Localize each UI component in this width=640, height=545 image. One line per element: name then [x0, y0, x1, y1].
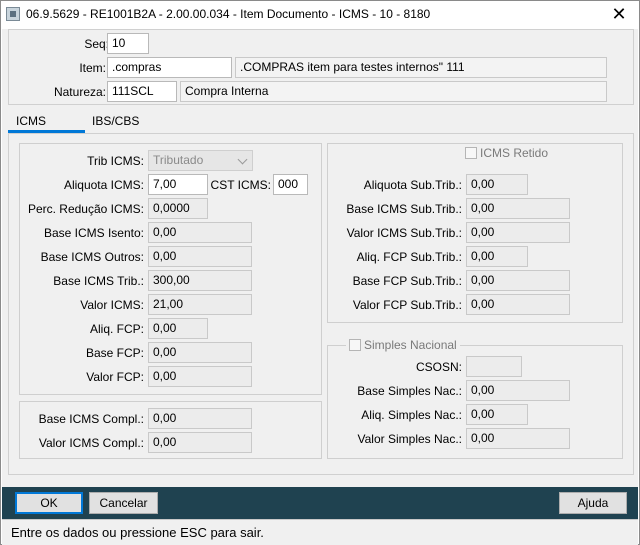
base-icms-trib-label: Base ICMS Trib.: — [53, 274, 144, 288]
aliq-fcp-field[interactable]: 0,00 — [148, 318, 208, 339]
csosn-field[interactable] — [466, 356, 522, 377]
title-bar: 06.9.5629 - RE1001B2A - 2.00.00.034 - It… — [1, 1, 639, 29]
valor-fcp-field[interactable]: 0,00 — [148, 366, 252, 387]
tab-icms[interactable]: ICMS — [8, 111, 85, 133]
simples-nacional-group: Simples Nacional CSOSN: Base Simples Nac… — [327, 338, 623, 459]
cst-icms-field[interactable]: 000 — [273, 174, 308, 195]
item-code-field[interactable]: .compras — [107, 57, 232, 78]
app-icon — [6, 7, 20, 21]
icms-retido-header: ICMS Retido — [462, 146, 551, 160]
icms-group: Trib ICMS: Tributado Aliquota ICMS: 7,00… — [19, 143, 322, 395]
aliquota-sub-trib-field[interactable]: 0,00 — [466, 174, 528, 195]
status-bar: Entre os dados ou pressione ESC para sai… — [2, 519, 638, 545]
simples-nacional-checkbox[interactable] — [349, 339, 361, 351]
window-title: 06.9.5629 - RE1001B2A - 2.00.00.034 - It… — [26, 7, 431, 21]
item-description-field: .COMPRAS item para testes internos" 111 — [235, 57, 607, 78]
aliquota-icms-field[interactable]: 7,00 — [148, 174, 208, 195]
perc-reducao-field[interactable]: 0,0000 — [148, 198, 208, 219]
base-fcp-label: Base FCP: — [85, 346, 144, 360]
base-icms-isento-field[interactable]: 0,00 — [148, 222, 252, 243]
header-panel: Seq: 10 Item: .compras .COMPRAS item par… — [8, 29, 634, 105]
base-icms-outros-field[interactable]: 0,00 — [148, 246, 252, 267]
base-icms-compl-label: Base ICMS Compl.: — [38, 412, 144, 426]
tab-strip: ICMS IBS/CBS — [8, 111, 634, 133]
tab-ibs-cbs[interactable]: IBS/CBS — [84, 111, 154, 133]
seq-field[interactable]: 10 — [107, 33, 149, 54]
cst-icms-label: CST ICMS: — [210, 178, 271, 192]
base-icms-sub-trib-label: Base ICMS Sub.Trib.: — [346, 202, 462, 216]
seq-label: Seq: — [84, 37, 109, 51]
valor-icms-field[interactable]: 21,00 — [148, 294, 252, 315]
aliq-fcp-label: Aliq. FCP: — [89, 322, 144, 336]
valor-simples-nac-field[interactable]: 0,00 — [466, 428, 570, 449]
icms-retido-group: ICMS Retido Aliquota Sub.Trib.: 0,00 Bas… — [327, 143, 623, 323]
valor-icms-sub-trib-label: Valor ICMS Sub.Trib.: — [346, 226, 462, 240]
base-icms-trib-field[interactable]: 300,00 — [148, 270, 252, 291]
base-icms-compl-field[interactable]: 0,00 — [148, 408, 252, 429]
base-simples-nac-label: Base Simples Nac.: — [357, 384, 462, 398]
base-fcp-sub-trib-label: Base FCP Sub.Trib.: — [352, 274, 462, 288]
base-fcp-field[interactable]: 0,00 — [148, 342, 252, 363]
aliq-fcp-sub-trib-field[interactable]: 0,00 — [466, 246, 528, 267]
aliq-simples-nac-field[interactable]: 0,00 — [466, 404, 528, 425]
icms-retido-checkbox[interactable] — [465, 147, 477, 159]
icms-retido-label: ICMS Retido — [480, 146, 549, 160]
aliq-simples-nac-label: Aliq. Simples Nac.: — [361, 408, 462, 422]
natureza-code-field[interactable]: 111SCL — [107, 81, 177, 102]
base-icms-isento-label: Base ICMS Isento: — [43, 226, 144, 240]
trib-icms-value: Tributado — [153, 153, 204, 167]
natureza-label: Natureza: — [53, 85, 106, 99]
close-icon[interactable]: ✕ — [599, 1, 639, 29]
cancel-button[interactable]: Cancelar — [89, 492, 158, 514]
base-icms-outros-label: Base ICMS Outros: — [40, 250, 144, 264]
aliquota-sub-trib-label: Aliquota Sub.Trib.: — [363, 178, 462, 192]
perc-reducao-label: Perc. Redução ICMS: — [27, 202, 144, 216]
base-simples-nac-field[interactable]: 0,00 — [466, 380, 570, 401]
dialog-window: 06.9.5629 - RE1001B2A - 2.00.00.034 - It… — [0, 0, 640, 545]
csosn-label: CSOSN: — [415, 360, 462, 374]
valor-icms-compl-field[interactable]: 0,00 — [148, 432, 252, 453]
trib-icms-select[interactable]: Tributado — [148, 150, 253, 171]
chevron-down-icon — [237, 154, 248, 165]
natureza-description-field: Compra Interna — [180, 81, 607, 102]
ok-button[interactable]: OK — [15, 492, 83, 514]
base-icms-sub-trib-field[interactable]: 0,00 — [466, 198, 570, 219]
valor-icms-sub-trib-field[interactable]: 0,00 — [466, 222, 570, 243]
trib-icms-label: Trib ICMS: — [87, 154, 144, 168]
status-message: Entre os dados ou pressione ESC para sai… — [11, 525, 264, 540]
base-fcp-sub-trib-field[interactable]: 0,00 — [466, 270, 570, 291]
valor-fcp-label: Valor FCP: — [86, 370, 144, 384]
button-bar: OK Cancelar Ajuda — [2, 487, 638, 519]
valor-fcp-sub-trib-label: Valor FCP Sub.Trib.: — [352, 298, 462, 312]
valor-icms-label: Valor ICMS: — [80, 298, 144, 312]
help-button[interactable]: Ajuda — [559, 492, 627, 514]
valor-simples-nac-label: Valor Simples Nac.: — [357, 432, 462, 446]
icms-compl-group: Base ICMS Compl.: 0,00 Valor ICMS Compl.… — [19, 401, 322, 459]
aliquota-icms-label: Aliquota ICMS: — [63, 178, 144, 192]
dialog-body: Seq: 10 Item: .compras .COMPRAS item par… — [2, 29, 638, 545]
item-label: Item: — [79, 61, 106, 75]
valor-icms-compl-label: Valor ICMS Compl.: — [38, 436, 144, 450]
simples-nacional-header: Simples Nacional — [346, 338, 460, 352]
aliq-fcp-sub-trib-label: Aliq. FCP Sub.Trib.: — [356, 250, 462, 264]
simples-nacional-label: Simples Nacional — [364, 338, 457, 352]
valor-fcp-sub-trib-field[interactable]: 0,00 — [466, 294, 570, 315]
icms-tab-panel: Trib ICMS: Tributado Aliquota ICMS: 7,00… — [8, 133, 634, 475]
